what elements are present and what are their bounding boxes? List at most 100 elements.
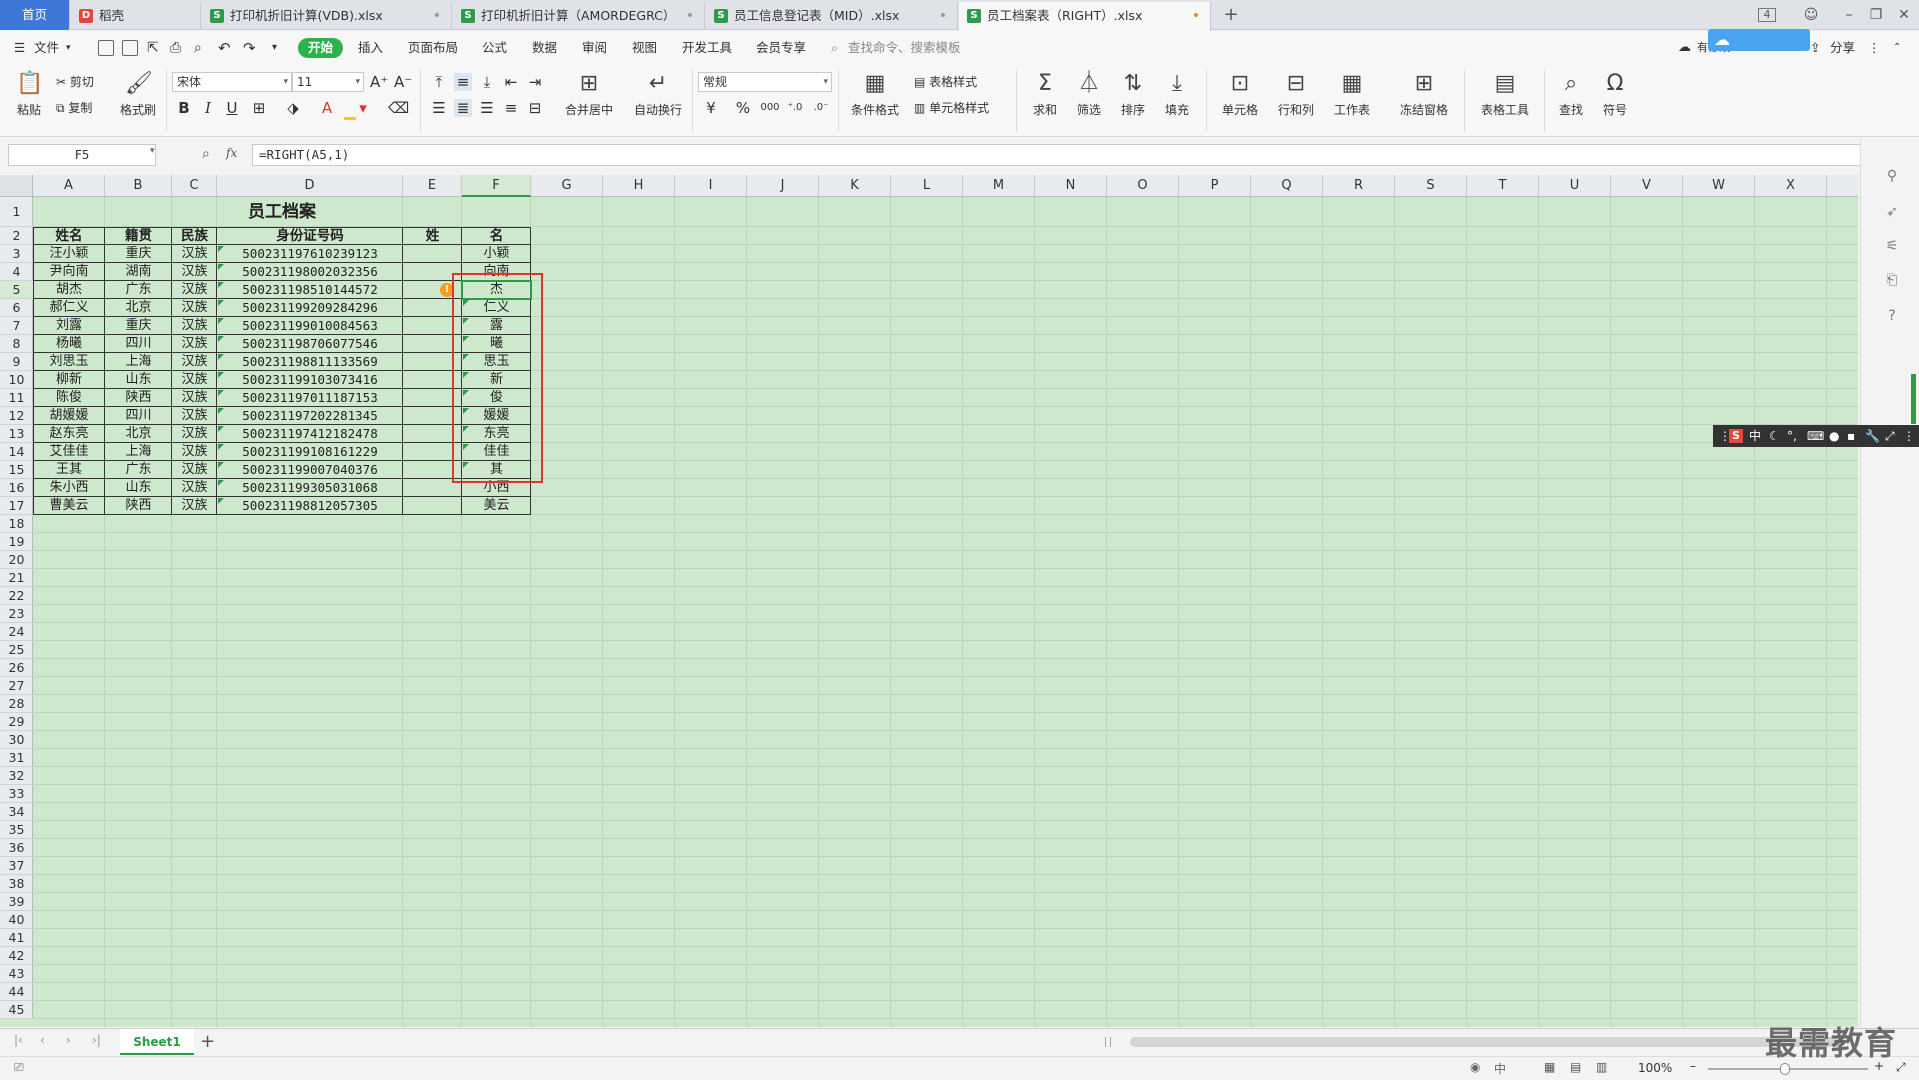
row-header[interactable]: 41: [0, 929, 33, 947]
column-header[interactable]: E: [403, 175, 462, 197]
row-header[interactable]: 14: [0, 443, 33, 461]
table-cell[interactable]: 刘露: [33, 317, 105, 335]
row-header[interactable]: 10: [0, 371, 33, 389]
table-cell[interactable]: [403, 245, 462, 263]
align-middle-icon[interactable]: ≡: [454, 73, 472, 91]
align-left-icon[interactable]: ☰: [430, 99, 448, 117]
menu-review[interactable]: 审阅: [582, 31, 607, 65]
sheet-title[interactable]: 员工档案: [33, 197, 531, 227]
collapse-ribbon-icon[interactable]: ⌃: [1893, 31, 1901, 65]
close-icon[interactable]: •: [686, 2, 694, 30]
table-cell[interactable]: 曹美云: [33, 497, 105, 515]
skin-icon[interactable]: ▪: [1847, 425, 1855, 447]
header-cell[interactable]: 民族: [172, 227, 217, 245]
name-box[interactable]: F5: [8, 144, 156, 166]
column-header[interactable]: C: [172, 175, 217, 197]
print-icon[interactable]: ⎙: [170, 31, 181, 65]
table-cell[interactable]: 胡杰: [33, 281, 105, 299]
row-header[interactable]: 33: [0, 785, 33, 803]
table-cell[interactable]: 500231199103073416: [217, 371, 403, 389]
cell-button[interactable]: ⊡ 单元格: [1216, 71, 1264, 118]
row-header[interactable]: 13: [0, 425, 33, 443]
share-icon[interactable]: ⇪: [1810, 31, 1820, 65]
fx-icon[interactable]: fx: [226, 146, 237, 160]
align-right-icon[interactable]: ☰: [478, 99, 496, 117]
row-header[interactable]: 38: [0, 875, 33, 893]
row-header[interactable]: 7: [0, 317, 33, 335]
table-cell[interactable]: 汉族: [172, 425, 217, 443]
row-header[interactable]: 39: [0, 893, 33, 911]
expand-icon[interactable]: ⤢: [1885, 425, 1895, 447]
redo-icon[interactable]: ↷: [243, 31, 256, 65]
font-size-select[interactable]: 11 ▾: [292, 72, 364, 92]
table-cell[interactable]: 小颖: [462, 245, 531, 263]
table-cell[interactable]: 胡媛媛: [33, 407, 105, 425]
table-cell[interactable]: 汉族: [172, 281, 217, 299]
help-icon[interactable]: ?: [1883, 308, 1901, 326]
settings-sliders-icon[interactable]: ⚟: [1883, 238, 1901, 256]
cloud-sync-icon[interactable]: ☁: [1678, 31, 1691, 65]
user-icon[interactable]: ●: [1829, 425, 1839, 447]
thousands-button[interactable]: 000: [758, 99, 782, 117]
decrease-font-icon[interactable]: A⁻: [394, 73, 412, 91]
align-top-icon[interactable]: ⤒: [430, 73, 448, 91]
row-header[interactable]: 3: [0, 245, 33, 263]
wrench-icon[interactable]: 🔧: [1865, 425, 1880, 447]
indent-decrease-icon[interactable]: ⇤: [502, 73, 520, 91]
table-cell[interactable]: 美云: [462, 497, 531, 515]
filter-button[interactable]: ⏃ 筛选: [1070, 71, 1108, 118]
table-cell[interactable]: 500231199305031068: [217, 479, 403, 497]
avatar[interactable]: ☺: [1800, 4, 1822, 26]
column-header[interactable]: M: [963, 175, 1035, 197]
table-cell[interactable]: 湖南: [105, 263, 172, 281]
menu-view[interactable]: 视图: [632, 31, 657, 65]
hamburger-icon[interactable]: ☰: [14, 31, 25, 65]
table-cell[interactable]: 500231198706077546: [217, 335, 403, 353]
zoom-out-icon[interactable]: –: [1690, 1059, 1696, 1073]
header-cell[interactable]: 籍贯: [105, 227, 172, 245]
table-cell[interactable]: 上海: [105, 353, 172, 371]
table-cell[interactable]: 四川: [105, 407, 172, 425]
table-cell[interactable]: 汉族: [172, 479, 217, 497]
table-cell[interactable]: 500231198811133569: [217, 353, 403, 371]
table-cell[interactable]: 北京: [105, 425, 172, 443]
page-break-view-icon[interactable]: ▥: [1596, 1060, 1607, 1074]
moon-icon[interactable]: ☾: [1769, 425, 1780, 447]
menu-insert[interactable]: 插入: [358, 31, 383, 65]
justify-icon[interactable]: ≡: [502, 99, 520, 117]
table-cell[interactable]: 杨曦: [33, 335, 105, 353]
row-header[interactable]: 37: [0, 857, 33, 875]
row-col-button[interactable]: ⊟ 行和列: [1272, 71, 1320, 118]
table-cell[interactable]: 山东: [105, 479, 172, 497]
sum-button[interactable]: Σ 求和: [1026, 71, 1064, 118]
cursor-icon[interactable]: ➶: [1883, 204, 1901, 222]
tab-mid[interactable]: S 员工信息登记表（MID）.xlsx •: [706, 2, 958, 30]
tab-amordegrc[interactable]: S 打印机折旧计算（AMORDEGRC） •: [453, 2, 705, 30]
unsaved-dot-icon[interactable]: •: [1192, 2, 1200, 30]
row-header[interactable]: 5: [0, 281, 33, 299]
table-cell[interactable]: 500231197011187153: [217, 389, 403, 407]
increase-decimal-icon[interactable]: ⁺.0: [786, 99, 804, 117]
row-header[interactable]: 23: [0, 605, 33, 623]
table-cell[interactable]: 北京: [105, 299, 172, 317]
column-header[interactable]: J: [747, 175, 819, 197]
table-cell[interactable]: 汉族: [172, 461, 217, 479]
number-format-select[interactable]: 常规 ▾: [698, 72, 832, 92]
table-cell[interactable]: 汪小颖: [33, 245, 105, 263]
column-header[interactable]: I: [675, 175, 747, 197]
restore-icon[interactable]: ❐: [1865, 4, 1887, 26]
row-header[interactable]: 18: [0, 515, 33, 533]
formula-input[interactable]: =RIGHT(A5,1): [252, 144, 1872, 166]
row-header[interactable]: 21: [0, 569, 33, 587]
underline-icon[interactable]: U: [223, 99, 241, 117]
column-header[interactable]: N: [1035, 175, 1107, 197]
format-painter-button[interactable]: 🖌 格式刷: [118, 71, 158, 118]
fill-button[interactable]: ⤓ 填充: [1158, 71, 1196, 118]
row-header[interactable]: 2: [0, 227, 33, 245]
table-cell[interactable]: 汉族: [172, 371, 217, 389]
row-header[interactable]: 35: [0, 821, 33, 839]
row-header[interactable]: 42: [0, 947, 33, 965]
backup-icon[interactable]: ⎗: [1883, 272, 1901, 290]
table-cell[interactable]: 500231197202281345: [217, 407, 403, 425]
next-sheet-icon[interactable]: ›: [66, 1033, 71, 1047]
